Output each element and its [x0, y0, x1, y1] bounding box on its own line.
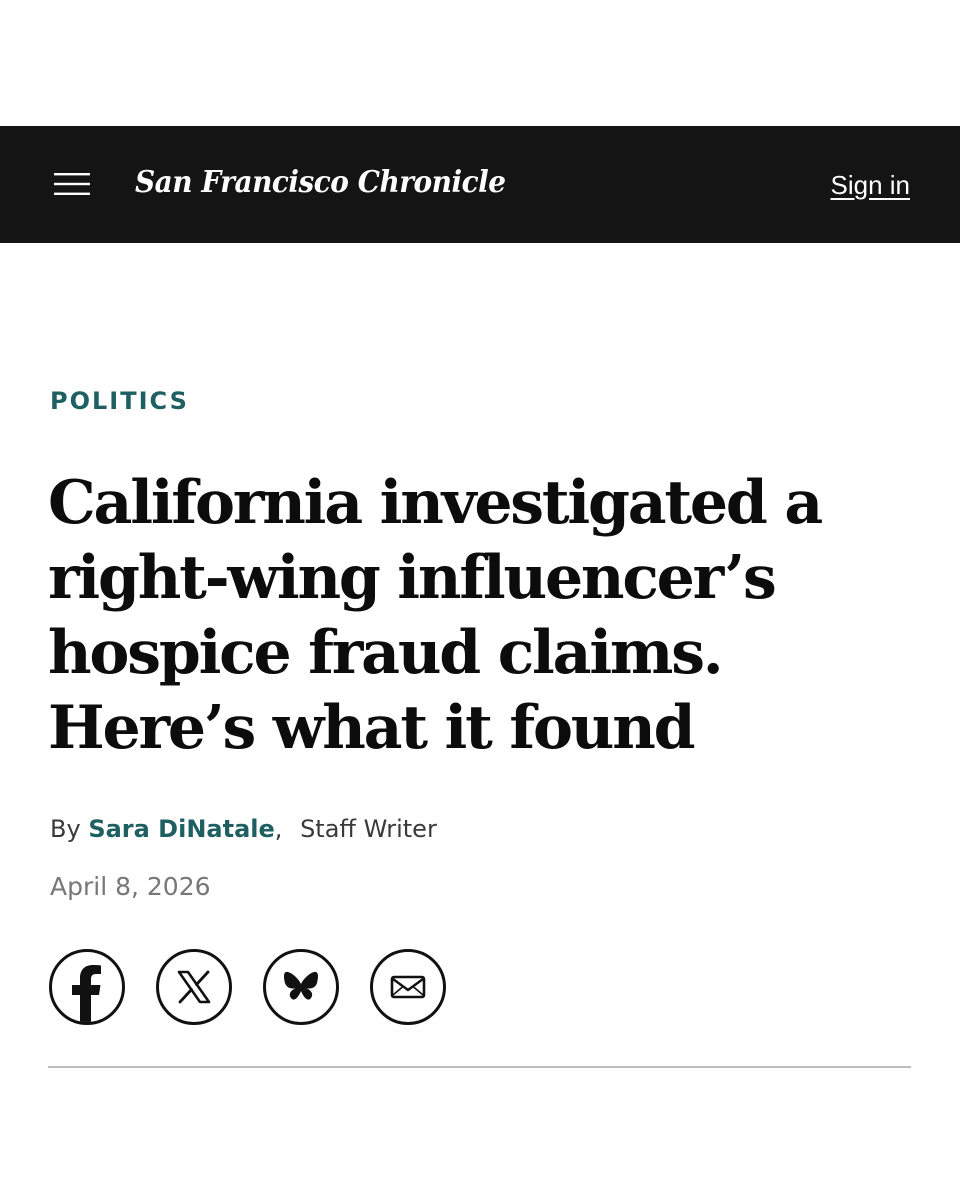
hamburger-menu-icon[interactable]: [54, 172, 90, 196]
x-icon: [177, 970, 211, 1004]
article-headline: California investigated a right-wing inf…: [48, 468, 823, 763]
facebook-icon: [72, 965, 101, 1022]
author-link[interactable]: Sara DiNatale: [88, 815, 274, 843]
bluesky-share-button[interactable]: [263, 949, 339, 1025]
publish-date: April 8, 2026: [50, 872, 211, 901]
masthead-logo[interactable]: San Francisco Chronicle: [135, 163, 506, 203]
author-role: Staff Writer: [300, 815, 437, 843]
bluesky-icon: [284, 971, 318, 1000]
byline-prefix: By: [50, 815, 81, 843]
byline: By Sara DiNatale, Staff Writer: [50, 812, 437, 846]
section-divider: [48, 1066, 911, 1068]
site-header: San Francisco Chronicle Sign in: [0, 126, 960, 243]
email-icon: [390, 975, 426, 999]
sign-in-link[interactable]: Sign in: [831, 169, 911, 201]
x-share-button[interactable]: [156, 949, 232, 1025]
facebook-share-button[interactable]: [49, 949, 125, 1025]
email-share-button[interactable]: [370, 949, 446, 1025]
section-label[interactable]: POLITICS: [50, 386, 189, 416]
byline-separator: ,: [274, 815, 283, 843]
